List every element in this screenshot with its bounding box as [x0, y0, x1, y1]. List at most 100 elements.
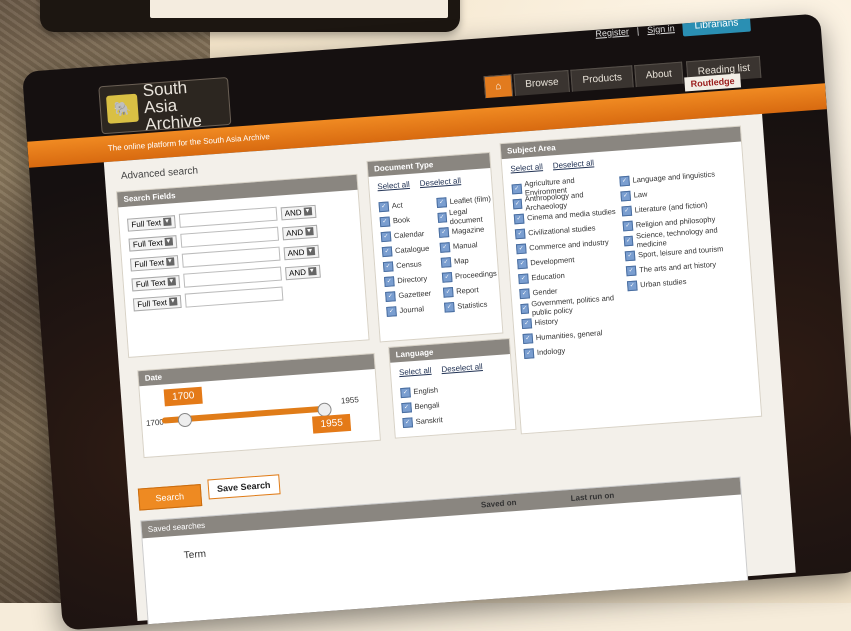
checkbox-label: Census	[395, 259, 422, 271]
chevron-down-icon: ▼	[307, 267, 317, 276]
field-select-value: Full Text	[131, 217, 162, 229]
field-select[interactable]: Full Text ▼	[129, 254, 179, 272]
field-select[interactable]: Full Text ▼	[131, 274, 180, 292]
checkbox-icon[interactable]: ✓	[439, 241, 451, 253]
operator-select[interactable]: AND ▼	[284, 264, 321, 280]
checkbox-label: Catalogue	[394, 243, 430, 256]
checkbox-item[interactable]: ✓ Statistics	[443, 296, 501, 315]
checkbox-icon[interactable]: ✓	[442, 286, 454, 298]
checkbox-label: Gender	[532, 286, 558, 298]
checkbox-icon[interactable]: ✓	[401, 401, 412, 413]
checkbox-icon[interactable]: ✓	[437, 211, 447, 223]
checkbox-icon[interactable]: ✓	[625, 265, 637, 276]
checkbox-icon[interactable]: ✓	[519, 287, 530, 299]
checkbox-icon[interactable]: ✓	[622, 220, 634, 231]
checkbox-label: English	[413, 385, 439, 397]
date-to-tooltip: 1955	[312, 413, 352, 434]
checkbox-icon[interactable]: ✓	[436, 196, 448, 208]
date-slider-handle-from[interactable]	[177, 412, 193, 428]
checkbox-icon[interactable]: ✓	[383, 275, 395, 287]
search-input[interactable]	[181, 246, 281, 268]
home-icon[interactable]: ⌂	[483, 74, 514, 99]
link-separator: |	[636, 25, 640, 36]
document-type-panel: Document Type Select all Deselect all ✓ A…	[366, 151, 504, 343]
checkbox-label: Journal	[399, 304, 425, 315]
checkbox-item[interactable]: ✓ Journal	[386, 301, 434, 319]
routledge-logo: Routledge	[684, 73, 742, 92]
checkbox-icon[interactable]: ✓	[522, 332, 534, 344]
checkbox-icon[interactable]: ✓	[513, 213, 525, 224]
checkbox-icon[interactable]: ✓	[441, 271, 453, 283]
checkbox-icon[interactable]: ✓	[512, 198, 523, 209]
checkbox-icon[interactable]: ✓	[443, 301, 455, 313]
checkbox-label: Statistics	[456, 299, 488, 311]
nav-products[interactable]: Products	[570, 65, 634, 92]
search-input[interactable]	[184, 286, 284, 308]
checkbox-icon[interactable]: ✓	[518, 272, 529, 284]
checkbox-icon[interactable]: ✓	[619, 175, 630, 187]
chevron-down-icon: ▼	[306, 247, 315, 256]
checkbox-icon[interactable]: ✓	[382, 260, 394, 272]
nav-about[interactable]: About	[634, 61, 684, 88]
deselect-all-link[interactable]: Deselect all	[552, 158, 594, 170]
field-select[interactable]: Full Text ▼	[132, 294, 182, 311]
term-header: Term	[183, 548, 207, 562]
date-panel: Date 1700 1700 1955 1955	[137, 352, 381, 459]
checkbox-icon[interactable]: ✓	[517, 258, 528, 269]
search-fields-panel: Search Fields Full Text ▼ AND ▼ Full Text ▼…	[115, 173, 370, 358]
checkbox-item[interactable]: ✓ Legal document	[437, 206, 494, 226]
search-input[interactable]	[182, 266, 282, 288]
checkbox-label: Bengali	[414, 400, 440, 412]
checkbox-icon[interactable]: ✓	[381, 245, 393, 257]
deselect-all-link[interactable]: Deselect all	[419, 176, 461, 188]
operator-select[interactable]: AND ▼	[280, 204, 316, 220]
field-select[interactable]: Full Text ▼	[128, 234, 177, 252]
document-type-list-1: ✓ Act ✓ Book ✓ Calendar ✓ Catalogue ✓ Census ✓ Dire…	[378, 196, 434, 319]
checkbox-item[interactable]: ✓ Sanskrit	[402, 412, 443, 430]
logo-line1: South Asia	[142, 77, 188, 117]
nav-browse[interactable]: Browse	[513, 69, 571, 96]
site-logo[interactable]: 🐘 South Asia Archive	[98, 76, 232, 135]
operator-select[interactable]: AND ▼	[281, 224, 318, 240]
select-all-link[interactable]: Select all	[377, 180, 410, 191]
checkbox-icon[interactable]: ✓	[624, 250, 636, 261]
checkbox-icon[interactable]: ✓	[621, 205, 633, 216]
checkbox-icon[interactable]: ✓	[380, 230, 392, 242]
checkbox-icon[interactable]: ✓	[523, 347, 535, 359]
language-list: ✓ English ✓ Bengali ✓ Sanskrit	[400, 382, 443, 430]
operator-select[interactable]: AND ▼	[283, 244, 319, 260]
search-input[interactable]	[178, 206, 278, 228]
field-select-value: Full Text	[132, 237, 163, 249]
select-all-link[interactable]: Select all	[510, 162, 543, 173]
checkbox-icon[interactable]: ✓	[385, 290, 396, 302]
checkbox-icon[interactable]: ✓	[511, 183, 522, 194]
checkbox-icon[interactable]: ✓	[438, 226, 450, 238]
checkbox-icon[interactable]: ✓	[620, 190, 632, 201]
chevron-down-icon: ▼	[303, 207, 312, 216]
checkbox-label: Book	[392, 214, 411, 226]
checkbox-icon[interactable]: ✓	[623, 235, 634, 246]
checkbox-icon[interactable]: ✓	[520, 303, 529, 314]
logo-text: South Asia Archive	[142, 76, 224, 133]
checkbox-icon[interactable]: ✓	[514, 228, 526, 239]
checkbox-icon[interactable]: ✓	[626, 280, 638, 291]
checkbox-icon[interactable]: ✓	[515, 243, 527, 254]
checkbox-icon[interactable]: ✓	[378, 201, 390, 212]
operator-value: AND	[285, 227, 304, 238]
checkbox-icon[interactable]: ✓	[379, 215, 391, 227]
checkbox-icon[interactable]: ✓	[521, 317, 533, 329]
chevron-down-icon: ▼	[167, 277, 176, 286]
deselect-all-link[interactable]: Deselect all	[441, 362, 483, 374]
field-select[interactable]: Full Text ▼	[126, 214, 176, 232]
checkbox-label: Legal document	[448, 206, 483, 226]
checkbox-icon[interactable]: ✓	[402, 416, 414, 428]
browser-window: Register | Sign in Librarians 🐘 South As…	[22, 13, 851, 631]
search-button[interactable]: Search	[137, 484, 202, 511]
save-search-button[interactable]: Save Search	[207, 474, 281, 500]
checkbox-icon[interactable]: ✓	[440, 256, 452, 268]
checkbox-icon[interactable]: ✓	[400, 386, 411, 398]
select-all-link[interactable]: Select all	[399, 366, 432, 377]
subject-area-list-2: ✓ Language and linguistics ✓ Law ✓ Literature…	[619, 165, 745, 293]
search-input[interactable]	[179, 226, 279, 248]
checkbox-icon[interactable]: ✓	[386, 305, 397, 317]
